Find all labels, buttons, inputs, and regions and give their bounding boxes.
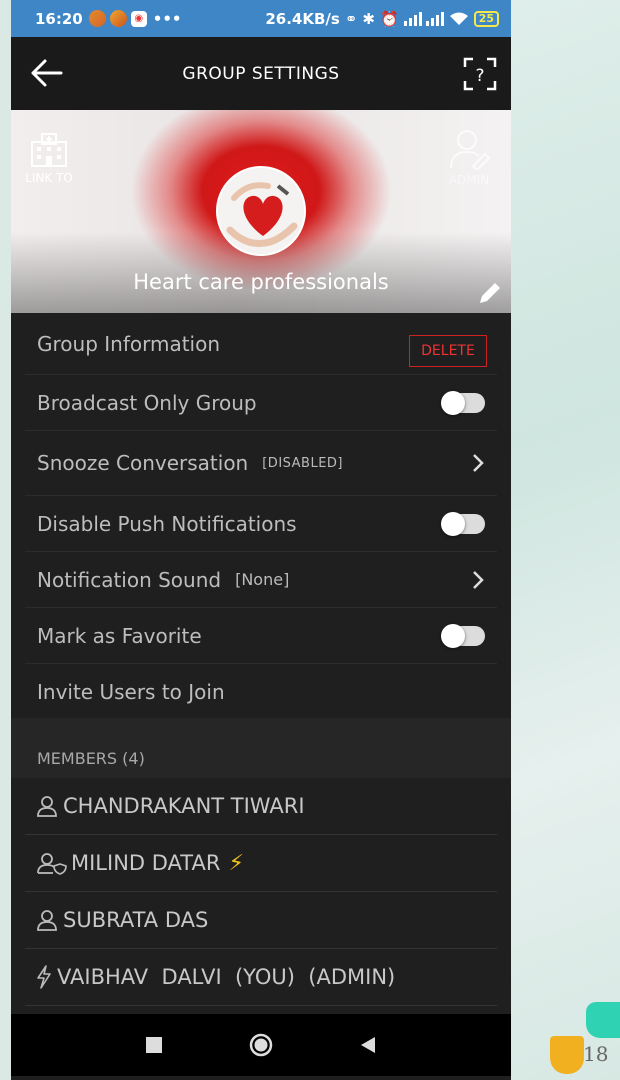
signal-icon: [403, 11, 444, 26]
member-row[interactable]: VAIBHAV DALVI (YOU) (ADMIN): [25, 949, 497, 1006]
toggle-knob: [441, 511, 465, 536]
app-notification-icon: [109, 10, 127, 27]
arrow-left-icon: [31, 59, 63, 87]
members-header: MEMBERS (4): [11, 718, 511, 778]
member-name: CHANDRAKANT TIWARI: [63, 794, 305, 818]
link-to-label: LINK TO: [25, 171, 73, 185]
hospital-icon: [31, 133, 67, 167]
settings-list: Group Information DELETE Broadcast Only …: [11, 313, 511, 720]
group-information-label: Group Information: [37, 331, 221, 356]
user-icon: [37, 910, 57, 931]
status-bar: 16:20 ◉ ••• 26.4KB/s ⚭ ✱ ⏰ 25: [11, 0, 511, 37]
user-shield-icon: [37, 853, 67, 875]
group-name: Heart care professionals: [133, 270, 389, 294]
network-speed: 26.4KB/s: [265, 9, 340, 28]
mark-favorite-label: Mark as Favorite: [37, 623, 202, 648]
qr-scan-icon: ?: [463, 57, 497, 91]
bolt-outline-icon: [37, 965, 51, 989]
snooze-label: Snooze Conversation: [37, 451, 249, 475]
phone-screen: 16:20 ◉ ••• 26.4KB/s ⚭ ✱ ⏰ 25 GROUP SETT…: [11, 0, 511, 1080]
group-avatar[interactable]: [216, 166, 306, 256]
member-row[interactable]: MILIND DATAR ⚡: [25, 835, 497, 892]
chevron-right-icon: [473, 570, 484, 589]
mark-favorite-row[interactable]: Mark as Favorite: [25, 608, 497, 664]
battery-indicator: 25: [473, 10, 499, 27]
background-left-edge: [0, 0, 11, 1080]
group-information-row: Group Information DELETE: [25, 313, 497, 375]
app-notification-icon: [88, 10, 106, 27]
disable-push-label: Disable Push Notifications: [37, 511, 297, 536]
status-right-group: 26.4KB/s ⚭ ✱ ⏰ 25: [265, 10, 499, 28]
admin-label: ADMIN: [448, 173, 490, 187]
member-name: MILIND DATAR: [71, 851, 221, 875]
svg-text:?: ?: [475, 66, 484, 86]
page-title: GROUP SETTINGS: [182, 63, 340, 84]
invite-users-label: Invite Users to Join: [37, 680, 225, 704]
status-time: 16:20: [35, 9, 83, 28]
pencil-icon: [480, 283, 500, 303]
notification-sound-value: [None]: [235, 570, 290, 589]
disable-push-row[interactable]: Disable Push Notifications: [25, 496, 497, 552]
back-nav-button[interactable]: [348, 1025, 388, 1065]
android-nav-bar: [11, 1014, 511, 1076]
decorative-teal-shape: [586, 1002, 620, 1038]
edit-group-button[interactable]: [477, 280, 503, 306]
member-name: VAIBHAV DALVI (YOU) (ADMIN): [57, 965, 396, 989]
member-row[interactable]: CHANDRAKANT TIWARI: [25, 778, 497, 835]
home-button[interactable]: [241, 1025, 281, 1065]
broadcast-only-label: Broadcast Only Group: [37, 390, 257, 415]
group-banner: LINK TO ADMIN Heart care professionals: [11, 110, 511, 313]
headphones-icon: ⚭: [344, 9, 358, 28]
lightning-badge-icon: ⚡: [228, 850, 244, 876]
home-circle-icon: [249, 1033, 273, 1057]
admin-button[interactable]: ADMIN: [441, 128, 497, 187]
member-row[interactable]: SUBRATA DAS: [25, 892, 497, 949]
toggle-knob: [441, 623, 465, 648]
delete-button[interactable]: DELETE: [409, 335, 487, 367]
bluetooth-icon: ✱: [362, 9, 375, 28]
disable-push-toggle[interactable]: [441, 511, 485, 536]
broadcast-only-toggle[interactable]: [441, 390, 485, 415]
background-corner-number: 18: [583, 1042, 609, 1066]
members-list: CHANDRAKANT TIWARI MILIND DATAR ⚡ SUBRAT…: [11, 778, 511, 1006]
notification-sound-row[interactable]: Notification Sound [None]: [25, 552, 497, 608]
notification-sound-label: Notification Sound: [37, 567, 222, 592]
decorative-gold-shape: [550, 1036, 584, 1074]
alarm-icon: ⏰: [380, 9, 399, 28]
heart-in-hands-icon: [218, 168, 304, 254]
recents-button[interactable]: [134, 1025, 174, 1065]
back-button[interactable]: [29, 57, 65, 89]
snooze-row[interactable]: Snooze Conversation [DISABLED]: [25, 431, 497, 496]
wifi-icon: [449, 12, 468, 25]
link-to-button[interactable]: LINK TO: [21, 130, 77, 185]
mark-favorite-toggle[interactable]: [441, 623, 485, 648]
toggle-knob: [441, 390, 465, 415]
admin-user-edit-icon: [450, 130, 491, 172]
instagram-notification-icon: ◉: [130, 10, 147, 27]
triangle-back-icon: [360, 1037, 375, 1053]
square-icon: [146, 1037, 163, 1053]
background-right-panel: [511, 0, 620, 1080]
member-name: SUBRATA DAS: [63, 908, 209, 932]
chevron-right-icon: [473, 454, 484, 472]
user-icon: [37, 796, 57, 817]
top-toolbar: GROUP SETTINGS ?: [11, 37, 511, 110]
invite-users-row[interactable]: Invite Users to Join: [25, 664, 497, 720]
scan-button[interactable]: ?: [463, 57, 497, 91]
broadcast-only-row[interactable]: Broadcast Only Group: [25, 375, 497, 431]
snooze-status: [DISABLED]: [262, 455, 343, 471]
more-notifications-icon: •••: [152, 9, 182, 28]
